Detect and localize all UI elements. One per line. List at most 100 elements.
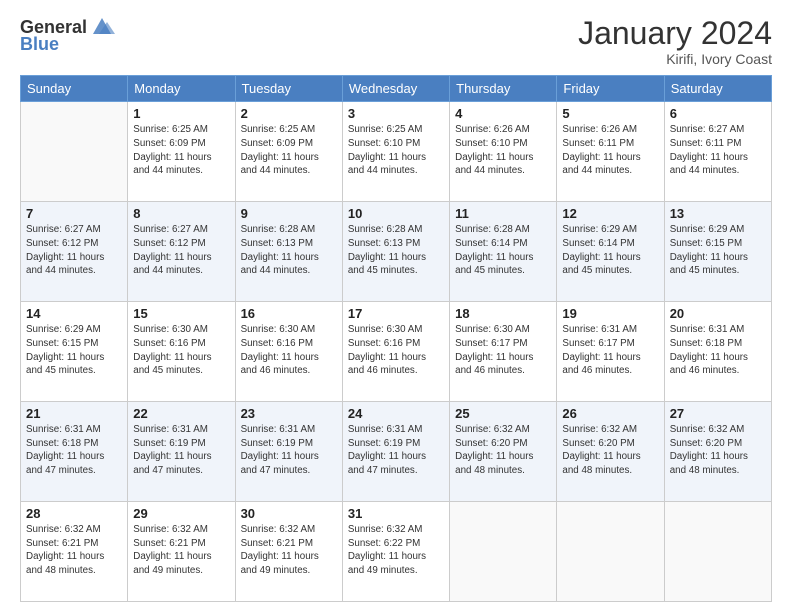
day-number: 7 <box>26 206 122 221</box>
header-row: SundayMondayTuesdayWednesdayThursdayFrid… <box>21 76 772 102</box>
day-cell: 10 Sunrise: 6:28 AM Sunset: 6:13 PM Dayli… <box>342 202 449 302</box>
calendar-body: 1 Sunrise: 6:25 AM Sunset: 6:09 PM Daylig… <box>21 102 772 602</box>
day-cell: 3 Sunrise: 6:25 AM Sunset: 6:10 PM Daylig… <box>342 102 449 202</box>
day-cell: 27 Sunrise: 6:32 AM Sunset: 6:20 PM Dayli… <box>664 402 771 502</box>
day-cell: 9 Sunrise: 6:28 AM Sunset: 6:13 PM Daylig… <box>235 202 342 302</box>
day-number: 27 <box>670 406 766 421</box>
day-cell: 1Sunrise: 6:25 AM Sunset: 6:09 PM Daylig… <box>128 102 235 202</box>
day-cell: 5 Sunrise: 6:26 AM Sunset: 6:11 PM Daylig… <box>557 102 664 202</box>
logo: General Blue <box>20 16 115 55</box>
day-number: 30 <box>241 506 337 521</box>
day-cell: 23 Sunrise: 6:31 AM Sunset: 6:19 PM Dayli… <box>235 402 342 502</box>
day-number: 31 <box>348 506 444 521</box>
day-number: 26 <box>562 406 658 421</box>
day-info: Sunrise: 6:28 AM Sunset: 6:13 PM Dayligh… <box>348 223 444 278</box>
day-number: 11 <box>455 206 551 221</box>
day-info: Sunrise: 6:28 AM Sunset: 6:14 PM Dayligh… <box>455 223 551 278</box>
day-number: 15 <box>133 306 229 321</box>
day-number: 9 <box>241 206 337 221</box>
day-number: 14 <box>26 306 122 321</box>
day-cell <box>21 102 128 202</box>
day-cell: 21 Sunrise: 6:31 AM Sunset: 6:18 PM Dayli… <box>21 402 128 502</box>
day-cell <box>450 502 557 602</box>
day-info: Sunrise: 6:26 AM Sunset: 6:10 PM Dayligh… <box>455 123 551 178</box>
day-number: 23 <box>241 406 337 421</box>
day-info: Sunrise: 6:27 AM Sunset: 6:12 PM Dayligh… <box>133 223 229 278</box>
day-info: Sunrise: 6:30 AM Sunset: 6:17 PM Dayligh… <box>455 323 551 378</box>
header-day-monday: Monday <box>128 76 235 102</box>
title-block: January 2024 Kirifi, Ivory Coast <box>578 16 772 67</box>
day-number: 4 <box>455 106 551 121</box>
header-day-sunday: Sunday <box>21 76 128 102</box>
week-row-4: 21 Sunrise: 6:31 AM Sunset: 6:18 PM Dayli… <box>21 402 772 502</box>
day-cell: 6Sunrise: 6:27 AM Sunset: 6:11 PM Daylig… <box>664 102 771 202</box>
day-number: 6 <box>670 106 766 121</box>
day-cell: 26 Sunrise: 6:32 AM Sunset: 6:20 PM Dayli… <box>557 402 664 502</box>
day-number: 22 <box>133 406 229 421</box>
logo-blue: Blue <box>20 34 115 55</box>
day-info: Sunrise: 6:31 AM Sunset: 6:19 PM Dayligh… <box>241 423 337 478</box>
day-cell: 14 Sunrise: 6:29 AM Sunset: 6:15 PM Dayli… <box>21 302 128 402</box>
day-cell: 31Sunrise: 6:32 AM Sunset: 6:22 PM Dayli… <box>342 502 449 602</box>
day-cell: 25Sunrise: 6:32 AM Sunset: 6:20 PM Dayli… <box>450 402 557 502</box>
day-cell <box>664 502 771 602</box>
day-info: Sunrise: 6:32 AM Sunset: 6:20 PM Dayligh… <box>455 423 551 478</box>
calendar-title: January 2024 <box>578 16 772 51</box>
day-info: Sunrise: 6:25 AM Sunset: 6:10 PM Dayligh… <box>348 123 444 178</box>
day-cell: 22Sunrise: 6:31 AM Sunset: 6:19 PM Dayli… <box>128 402 235 502</box>
week-row-5: 28 Sunrise: 6:32 AM Sunset: 6:21 PM Dayli… <box>21 502 772 602</box>
week-row-2: 7 Sunrise: 6:27 AM Sunset: 6:12 PM Daylig… <box>21 202 772 302</box>
day-info: Sunrise: 6:30 AM Sunset: 6:16 PM Dayligh… <box>348 323 444 378</box>
day-info: Sunrise: 6:31 AM Sunset: 6:19 PM Dayligh… <box>348 423 444 478</box>
day-info: Sunrise: 6:31 AM Sunset: 6:18 PM Dayligh… <box>670 323 766 378</box>
day-number: 24 <box>348 406 444 421</box>
day-number: 17 <box>348 306 444 321</box>
header-day-tuesday: Tuesday <box>235 76 342 102</box>
day-cell: 19 Sunrise: 6:31 AM Sunset: 6:17 PM Dayli… <box>557 302 664 402</box>
day-number: 13 <box>670 206 766 221</box>
day-info: Sunrise: 6:31 AM Sunset: 6:17 PM Dayligh… <box>562 323 658 378</box>
day-number: 2 <box>241 106 337 121</box>
day-cell: 24 Sunrise: 6:31 AM Sunset: 6:19 PM Dayli… <box>342 402 449 502</box>
day-cell <box>557 502 664 602</box>
header-day-thursday: Thursday <box>450 76 557 102</box>
day-info: Sunrise: 6:28 AM Sunset: 6:13 PM Dayligh… <box>241 223 337 278</box>
day-number: 20 <box>670 306 766 321</box>
calendar-table: SundayMondayTuesdayWednesdayThursdayFrid… <box>20 75 772 602</box>
day-info: Sunrise: 6:29 AM Sunset: 6:15 PM Dayligh… <box>670 223 766 278</box>
day-cell: 13 Sunrise: 6:29 AM Sunset: 6:15 PM Dayli… <box>664 202 771 302</box>
day-number: 1 <box>133 106 229 121</box>
day-info: Sunrise: 6:27 AM Sunset: 6:12 PM Dayligh… <box>26 223 122 278</box>
day-info: Sunrise: 6:32 AM Sunset: 6:21 PM Dayligh… <box>133 523 229 578</box>
page: General Blue January 2024 Kirifi, Ivory … <box>0 0 792 612</box>
day-cell: 2 Sunrise: 6:25 AM Sunset: 6:09 PM Daylig… <box>235 102 342 202</box>
day-info: Sunrise: 6:29 AM Sunset: 6:15 PM Dayligh… <box>26 323 122 378</box>
day-cell: 20 Sunrise: 6:31 AM Sunset: 6:18 PM Dayli… <box>664 302 771 402</box>
day-info: Sunrise: 6:32 AM Sunset: 6:21 PM Dayligh… <box>26 523 122 578</box>
day-number: 3 <box>348 106 444 121</box>
day-cell: 16Sunrise: 6:30 AM Sunset: 6:16 PM Dayli… <box>235 302 342 402</box>
day-cell: 11 Sunrise: 6:28 AM Sunset: 6:14 PM Dayli… <box>450 202 557 302</box>
day-info: Sunrise: 6:30 AM Sunset: 6:16 PM Dayligh… <box>241 323 337 378</box>
calendar-subtitle: Kirifi, Ivory Coast <box>578 51 772 67</box>
day-number: 29 <box>133 506 229 521</box>
day-info: Sunrise: 6:25 AM Sunset: 6:09 PM Dayligh… <box>241 123 337 178</box>
day-info: Sunrise: 6:26 AM Sunset: 6:11 PM Dayligh… <box>562 123 658 178</box>
day-info: Sunrise: 6:32 AM Sunset: 6:20 PM Dayligh… <box>562 423 658 478</box>
day-number: 5 <box>562 106 658 121</box>
day-cell: 8Sunrise: 6:27 AM Sunset: 6:12 PM Daylig… <box>128 202 235 302</box>
day-cell: 18 Sunrise: 6:30 AM Sunset: 6:17 PM Dayli… <box>450 302 557 402</box>
day-number: 10 <box>348 206 444 221</box>
week-row-1: 1 Sunrise: 6:25 AM Sunset: 6:09 PM Daylig… <box>21 102 772 202</box>
day-cell: 7 Sunrise: 6:27 AM Sunset: 6:12 PM Daylig… <box>21 202 128 302</box>
day-cell: 30Sunrise: 6:32 AM Sunset: 6:21 PM Dayli… <box>235 502 342 602</box>
day-cell: 4 Sunrise: 6:26 AM Sunset: 6:10 PM Daylig… <box>450 102 557 202</box>
day-number: 21 <box>26 406 122 421</box>
day-info: Sunrise: 6:30 AM Sunset: 6:16 PM Dayligh… <box>133 323 229 378</box>
day-info: Sunrise: 6:32 AM Sunset: 6:20 PM Dayligh… <box>670 423 766 478</box>
day-number: 19 <box>562 306 658 321</box>
day-number: 18 <box>455 306 551 321</box>
day-info: Sunrise: 6:31 AM Sunset: 6:18 PM Dayligh… <box>26 423 122 478</box>
day-number: 28 <box>26 506 122 521</box>
day-cell: 12Sunrise: 6:29 AM Sunset: 6:14 PM Dayli… <box>557 202 664 302</box>
